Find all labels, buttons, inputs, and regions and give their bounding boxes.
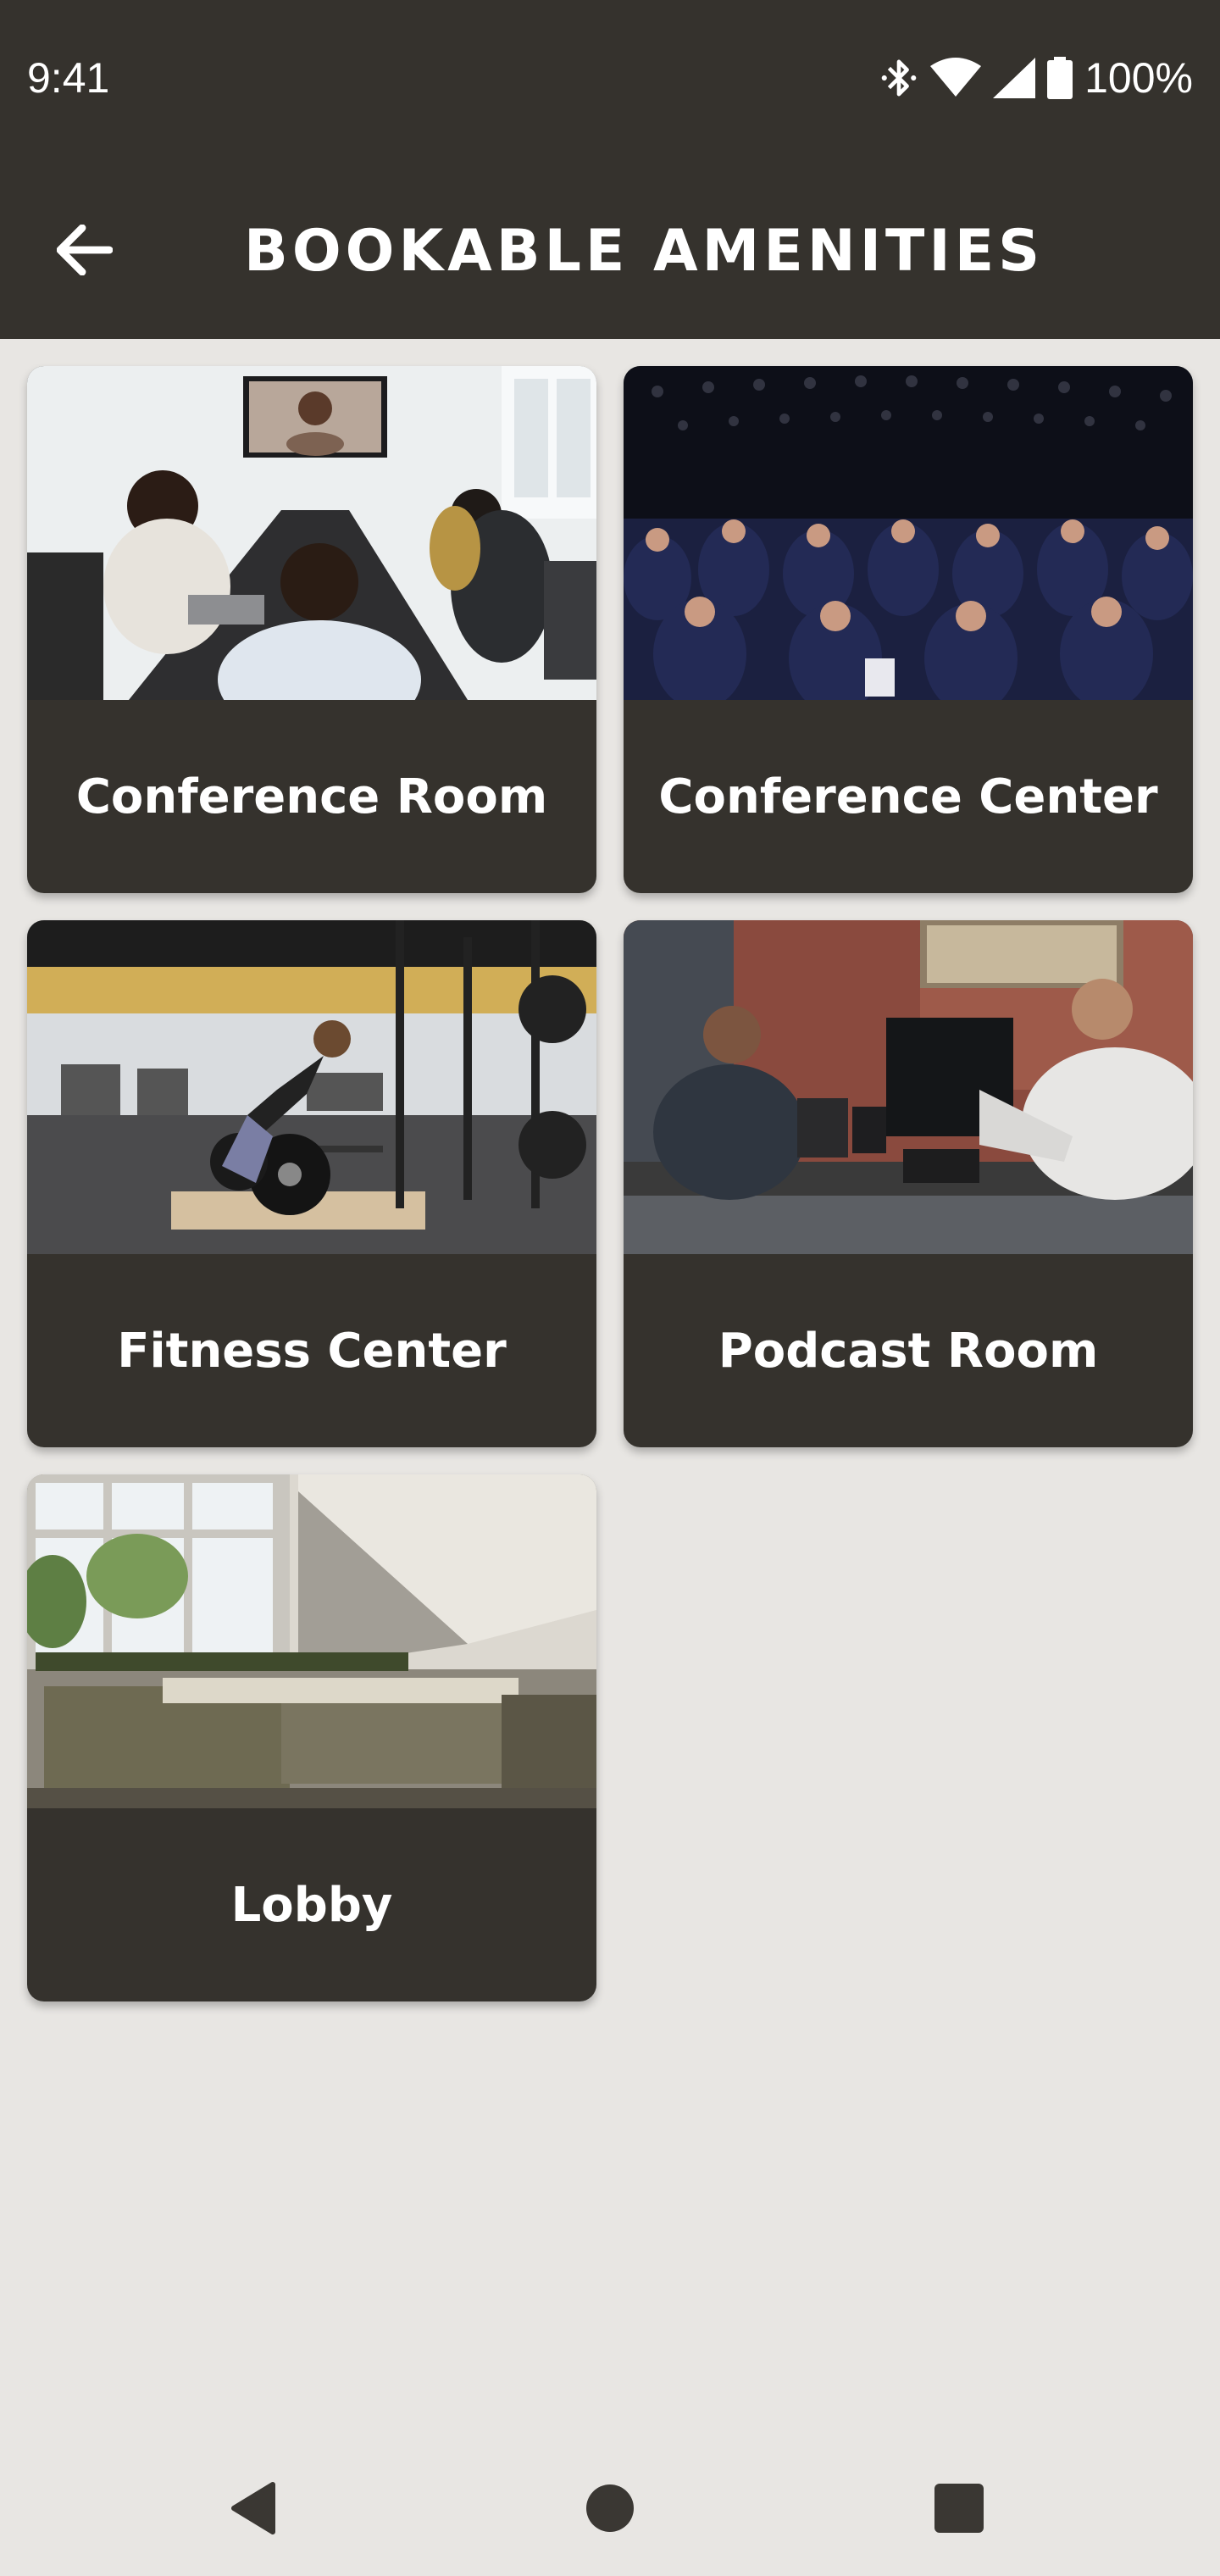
back-button[interactable]	[42, 208, 127, 292]
home-circle-icon	[586, 2484, 634, 2532]
amenity-card-podcast-room[interactable]: Podcast Room	[624, 920, 1193, 1447]
status-time: 9:41	[27, 54, 110, 102]
signal-icon	[993, 58, 1036, 98]
podcast-room-photo	[624, 920, 1193, 1254]
status-icons: 100%	[879, 53, 1193, 103]
battery-icon	[1047, 57, 1073, 99]
amenity-label: Conference Room	[75, 769, 548, 824]
page-title: BOOKABLE AMENITIES	[244, 218, 1045, 285]
nav-back-button[interactable]	[212, 2466, 297, 2551]
nav-recents-button[interactable]	[917, 2466, 1001, 2551]
amenity-label: Lobby	[230, 1877, 393, 1933]
app-bar: BOOKABLE AMENITIES	[0, 161, 1220, 339]
wifi-icon	[930, 58, 982, 97]
amenity-label: Conference Center	[658, 769, 1158, 824]
recents-square-icon	[934, 2484, 984, 2533]
lobby-photo	[27, 1474, 596, 1808]
amenity-card-conference-room[interactable]: Conference Room	[27, 366, 596, 893]
amenity-card-fitness-center[interactable]: Fitness Center	[27, 920, 596, 1447]
amenity-card-lobby[interactable]: Lobby	[27, 1474, 596, 2001]
battery-percent: 100%	[1084, 54, 1193, 102]
amenity-label: Podcast Room	[718, 1323, 1099, 1379]
conference-room-photo	[27, 366, 596, 700]
status-bar: 9:41 100%	[0, 0, 1220, 161]
system-nav-bar	[0, 2440, 1220, 2576]
amenity-label: Fitness Center	[117, 1323, 507, 1379]
arrow-left-icon	[57, 225, 113, 275]
amenity-card-conference-center[interactable]: Conference Center	[624, 366, 1193, 893]
conference-center-photo	[624, 366, 1193, 700]
bluetooth-icon	[881, 59, 917, 97]
nav-home-button[interactable]	[568, 2466, 652, 2551]
back-triangle-icon	[231, 2482, 275, 2534]
fitness-center-photo	[27, 920, 596, 1254]
